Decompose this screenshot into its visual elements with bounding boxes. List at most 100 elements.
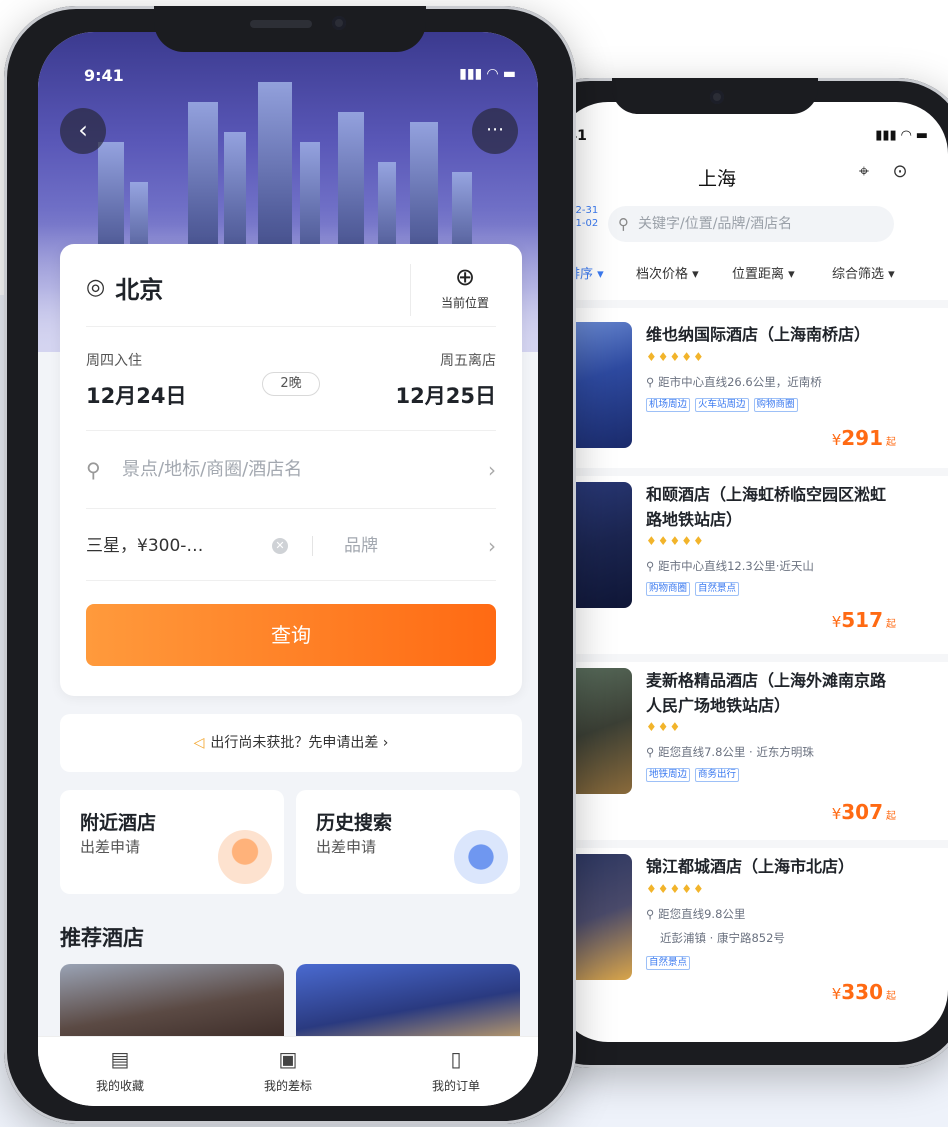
filter-price[interactable]: 档次价格 ▾ [636, 263, 699, 282]
divider [86, 326, 496, 327]
tab-label: 我的订单 [431, 1079, 480, 1093]
clock-icon [454, 830, 508, 884]
city-selector[interactable]: ◎ 北京 [86, 270, 163, 305]
travel-approval-notice[interactable]: ◁ 出行尚未获批？先申请出差 › [60, 714, 522, 772]
hotel-list-item[interactable]: 维也纳国际酒店（上海南桥店） ♦♦♦♦♦ ⚲ 距市中心直线26.6公里，近南桥 … [556, 322, 948, 452]
nights-badge: 2晚 [262, 372, 320, 396]
divider [556, 654, 948, 662]
back-button[interactable]: ‹ [60, 108, 106, 154]
checkin-date[interactable]: 12月24日 [86, 380, 186, 410]
phone-notch [612, 78, 818, 114]
location-pin-icon: ◎ [86, 275, 106, 300]
hotel-tag: 地铁周边 [646, 768, 691, 782]
star-price-row: 三星，¥300-… ✕ 品牌 › [86, 528, 496, 564]
nearby-subtitle: 出差申请 [80, 838, 141, 856]
divider [556, 840, 948, 848]
divider [86, 580, 496, 581]
hotel-price: ¥517 起 [831, 608, 896, 632]
divider [556, 300, 948, 308]
hotel-tag: 自然景点 [695, 582, 740, 596]
tab-label: 我的收藏 [95, 1079, 144, 1093]
hotel-list-screen: 9:41 ▮▮▮ ◠ ▬ 上海 ⌖ ⊙ 住 12-31 离 01-02 ⚲ 关键… [556, 102, 948, 1042]
hotel-list-item[interactable]: 麦新格精品酒店（上海外滩南京路人民广场地铁站店） ♦♦♦ ⚲ 距您直线7.8公里… [556, 668, 948, 824]
more-dots-icon[interactable]: ⊙ [888, 160, 912, 184]
camera [332, 16, 346, 30]
current-location-button[interactable]: ⊕ 当前位置 [430, 264, 500, 311]
bottom-tab-bar: ▤ 我的收藏 ▣ 我的差标 ▯ 我的订单 [38, 1036, 538, 1106]
hotel-tag: 机场周边 [646, 398, 691, 412]
query-button[interactable]: 查询 [86, 604, 496, 666]
history-search-card[interactable]: 历史搜索 出差申请 [296, 790, 520, 894]
hotel-tags: 地铁周边 商务出行 [646, 768, 740, 782]
checkin-label: 周四入住 [86, 353, 142, 369]
hotel-search-screen: 9:41 ▮▮▮ ◠ ▬ ‹ ⋯ ◎ 北京 ⊕ 当前位置 周四入住 12月24日… [38, 32, 538, 1106]
divider [86, 430, 496, 431]
hotel-tag: 购物商圈 [753, 398, 798, 412]
brand-field[interactable]: 品牌 [344, 528, 378, 564]
search-card: ◎ 北京 ⊕ 当前位置 周四入住 12月24日 2晚 周五离店 12月25日 ⚲… [60, 244, 522, 696]
nearby-hotels-card[interactable]: 附近酒店 出差申请 [60, 790, 284, 894]
city-name: 北京 [115, 276, 164, 304]
status-time: 9:41 [84, 66, 124, 85]
camera [710, 90, 724, 104]
recommended-hotel-photo[interactable] [296, 964, 520, 1044]
hotel-list-item[interactable]: 和颐酒店（上海虹桥临空园区淞虹路地铁站店） ♦♦♦♦♦ ⚲ 距市中心直线12.3… [556, 482, 948, 632]
hotel-stars: ♦♦♦ [646, 720, 682, 734]
hotel-tag: 商务出行 [695, 768, 740, 782]
more-button[interactable]: ⋯ [472, 108, 518, 154]
order-document-icon: ▯ [450, 1047, 462, 1071]
current-location-label: 当前位置 [440, 296, 489, 310]
page-title: 上海 [698, 168, 737, 190]
hotel-price: ¥307 起 [831, 800, 896, 824]
star-price-value[interactable]: 三星，¥300-… [86, 528, 203, 564]
clear-icon[interactable]: ✕ [272, 538, 288, 554]
hotel-location: ⚲ 距市中心直线12.3公里·近天山 [646, 559, 814, 573]
tab-favorites[interactable]: ▤ 我的收藏 [60, 1047, 180, 1094]
hotel-tag: 自然景点 [646, 956, 691, 970]
hotel-stars: ♦♦♦♦♦ [646, 534, 705, 548]
front-phone-frame: 9:41 ▮▮▮ ◠ ▬ ‹ ⋯ ◎ 北京 ⊕ 当前位置 周四入住 12月24日… [4, 6, 576, 1124]
hotel-tags: 自然景点 [646, 956, 691, 970]
chevron-left-icon: ‹ [78, 116, 88, 144]
hotel-tags: 购物商圈 自然景点 [646, 582, 740, 596]
divider [86, 508, 496, 509]
filter-more[interactable]: 综合筛选 ▾ [832, 263, 895, 282]
search-input[interactable]: ⚲ 关键字/位置/品牌/酒店名 [608, 206, 894, 242]
checkout-label: 周五离店 [440, 353, 496, 369]
phone-notch [154, 6, 426, 52]
hotel-name: 和颐酒店（上海虹桥临空园区淞虹路地铁站店） [646, 485, 887, 529]
divider [312, 536, 313, 556]
hotel-name: 维也纳国际酒店（上海南桥店） [646, 325, 871, 344]
recommended-hotel-photo[interactable] [60, 964, 284, 1044]
tab-orders[interactable]: ▯ 我的订单 [396, 1047, 516, 1094]
briefcase-icon: ▣ [278, 1047, 298, 1071]
hotel-name: 麦新格精品酒店（上海外滩南京路人民广场地铁站店） [646, 671, 887, 715]
hotel-price: ¥291 起 [831, 426, 896, 450]
filter-distance[interactable]: 位置距离 ▾ [732, 263, 795, 282]
hotel-tag: 火车站周边 [695, 398, 749, 412]
divider [410, 264, 411, 316]
checkout-date[interactable]: 12月25日 [396, 380, 496, 410]
hotel-list-item[interactable]: 锦江都城酒店（上海市北店） ♦♦♦♦♦ ⚲ 距您直线9.8公里 近彭浦镇 · 康… [556, 854, 948, 1004]
search-placeholder: 景点/地标/商圈/酒店名 [122, 459, 303, 480]
back-phone-frame: 9:41 ▮▮▮ ◠ ▬ 上海 ⌖ ⊙ 住 12-31 离 01-02 ⚲ 关键… [520, 78, 948, 1068]
history-title: 历史搜索 [316, 812, 393, 834]
speaker-icon: ◁ [193, 735, 205, 751]
status-icons: ▮▮▮ ◠ ▬ [875, 128, 928, 143]
hotel-stars: ♦♦♦♦♦ [646, 882, 705, 896]
favorites-icon: ▤ [110, 1047, 130, 1071]
filter-bar: 序排序 ▾ 档次价格 ▾ 位置距离 ▾ 综合筛选 ▾ [556, 252, 948, 292]
status-icons: ▮▮▮ ◠ ▬ [459, 66, 516, 82]
chevron-right-icon: › [488, 458, 496, 482]
keyword-search-field[interactable]: ⚲ 景点/地标/商圈/酒店名 › [86, 452, 496, 488]
hotel-location: ⚲ 距市中心直线26.6公里，近南桥 [646, 375, 822, 389]
tab-travel-standard[interactable]: ▣ 我的差标 [228, 1047, 348, 1094]
divider [556, 468, 948, 476]
recommended-hotels-title: 推荐酒店 [60, 926, 144, 950]
chevron-right-icon: › [488, 534, 496, 558]
search-icon: ⚲ [86, 458, 101, 482]
more-dots-icon: ⋯ [486, 119, 504, 140]
hotel-location: ⚲ 距您直线9.8公里 [646, 907, 746, 921]
hotel-tags: 机场周边 火车站周边 购物商圈 [646, 398, 798, 412]
map-pin-icon[interactable]: ⌖ [852, 160, 876, 184]
